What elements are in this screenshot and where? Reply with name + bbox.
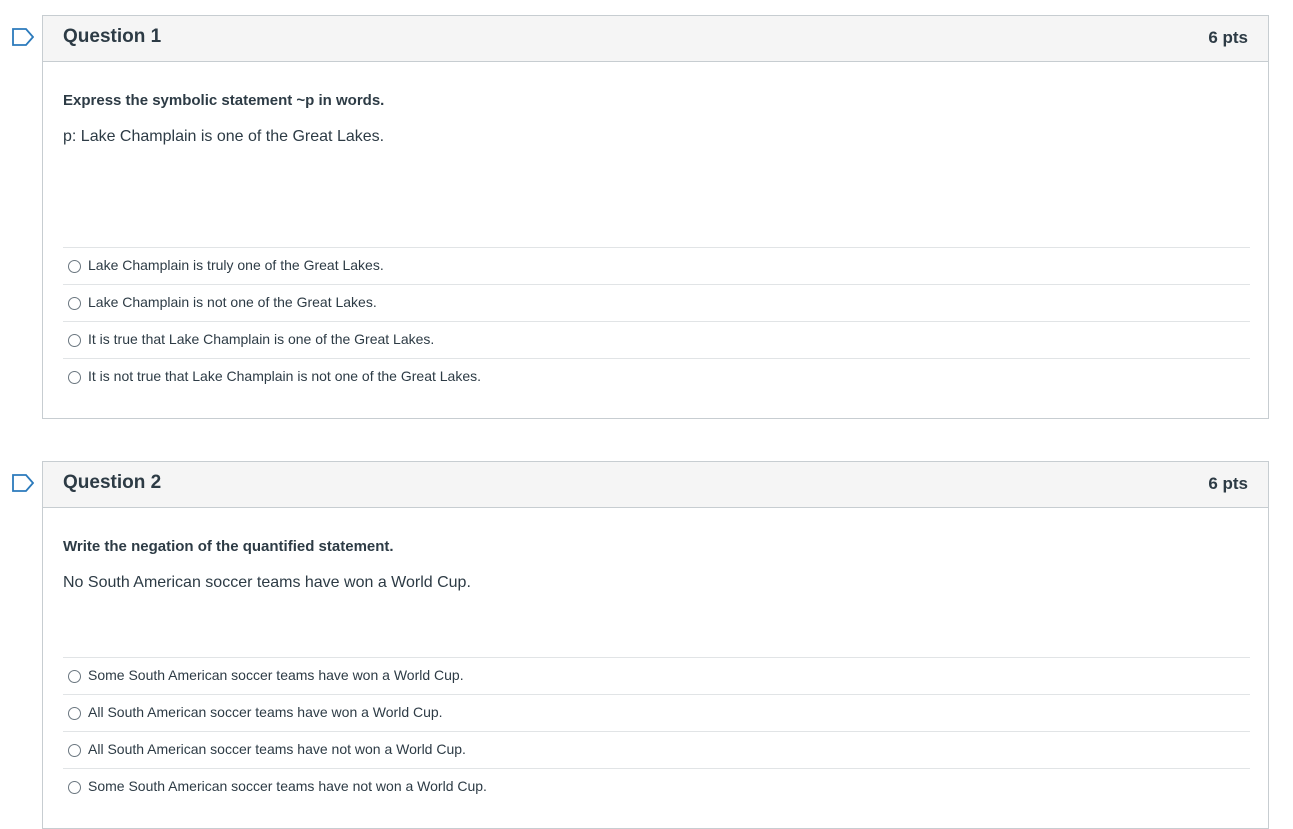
question-header: Question 2 6 pts	[43, 462, 1268, 508]
radio-button[interactable]	[68, 707, 81, 720]
question-statement: p: Lake Champlain is one of the Great La…	[63, 128, 385, 145]
question-points: 6 pts	[1208, 474, 1248, 493]
question-points: 6 pts	[1208, 28, 1248, 47]
answer-label[interactable]: Some South American soccer teams have no…	[88, 778, 487, 794]
flag-question-icon[interactable]	[12, 474, 34, 492]
answer-label[interactable]: Some South American soccer teams have wo…	[88, 667, 464, 683]
radio-button[interactable]	[68, 260, 81, 273]
answer-label[interactable]: Lake Champlain is truly one of the Great…	[88, 257, 384, 273]
question-statement: No South American soccer teams have won …	[63, 574, 471, 591]
answer-option[interactable]: Some South American soccer teams have wo…	[63, 657, 1250, 694]
answer-option[interactable]: All South American soccer teams have not…	[63, 731, 1250, 768]
answer-option[interactable]: Some South American soccer teams have no…	[63, 768, 1250, 805]
flag-question-icon[interactable]	[12, 28, 34, 46]
answer-option[interactable]: Lake Champlain is truly one of the Great…	[63, 247, 1250, 284]
answer-list: Some South American soccer teams have wo…	[63, 657, 1250, 805]
answer-option[interactable]: It is true that Lake Champlain is one of…	[63, 321, 1250, 358]
answer-label[interactable]: It is true that Lake Champlain is one of…	[88, 331, 434, 347]
radio-button[interactable]	[68, 371, 81, 384]
answer-list: Lake Champlain is truly one of the Great…	[63, 247, 1250, 395]
question-1: Question 1 6 pts Express the symbolic st…	[12, 15, 1269, 419]
answer-label[interactable]: It is not true that Lake Champlain is no…	[88, 368, 481, 384]
radio-button[interactable]	[68, 781, 81, 794]
question-title: Question 1	[63, 26, 162, 47]
radio-button[interactable]	[68, 670, 81, 683]
question-header: Question 1 6 pts	[43, 16, 1268, 62]
question-2: Question 2 6 pts Write the negation of t…	[12, 461, 1269, 829]
answer-label[interactable]: All South American soccer teams have not…	[88, 741, 466, 757]
answer-label[interactable]: All South American soccer teams have won…	[88, 704, 443, 720]
radio-button[interactable]	[68, 744, 81, 757]
answer-option[interactable]: Lake Champlain is not one of the Great L…	[63, 284, 1250, 321]
radio-button[interactable]	[68, 334, 81, 347]
question-title: Question 2	[63, 472, 162, 493]
question-prompt: Express the symbolic statement ~p in wor…	[63, 92, 385, 109]
question-prompt: Write the negation of the quantified sta…	[63, 538, 394, 555]
radio-button[interactable]	[68, 297, 81, 310]
answer-label[interactable]: Lake Champlain is not one of the Great L…	[88, 294, 377, 310]
answer-option[interactable]: All South American soccer teams have won…	[63, 694, 1250, 731]
answer-option[interactable]: It is not true that Lake Champlain is no…	[63, 358, 1250, 395]
